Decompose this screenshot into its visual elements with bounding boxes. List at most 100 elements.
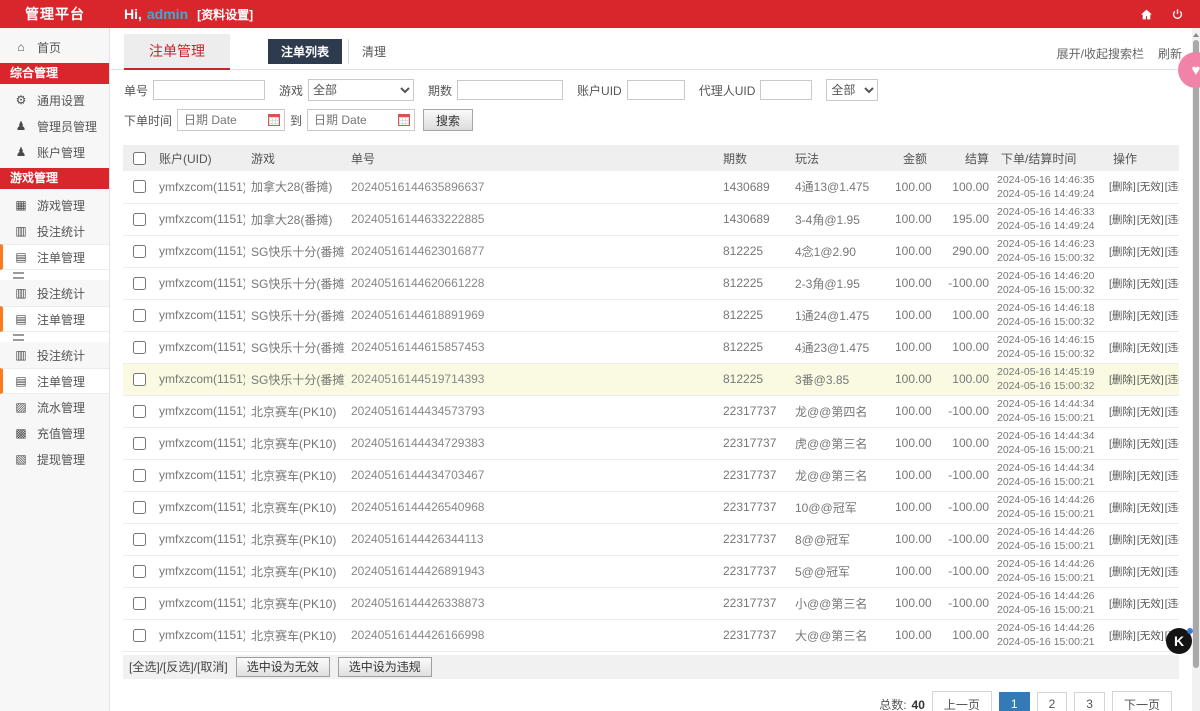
sidebar-item-bet-stats-1[interactable]: ▥ 投注统计 [0, 218, 109, 244]
floating-k-badge[interactable]: K [1166, 628, 1193, 654]
agent-uid-input[interactable] [760, 80, 813, 100]
invalid-link[interactable]: [无效] [1137, 502, 1164, 514]
violation-link[interactable]: [违规] [1165, 310, 1179, 322]
page-button-1[interactable]: 1 [998, 692, 1030, 711]
delete-link[interactable]: [删除] [1109, 181, 1136, 193]
scrollbar[interactable] [1192, 28, 1200, 711]
tab-order-management[interactable]: 注单管理 [124, 34, 230, 70]
invalid-link[interactable]: [无效] [1137, 438, 1164, 450]
calendar-icon[interactable] [398, 114, 411, 126]
invalid-link[interactable]: [无效] [1137, 342, 1164, 354]
scroll-up-arrow[interactable] [1193, 33, 1199, 37]
delete-link[interactable]: [删除] [1109, 534, 1136, 546]
scrollbar-thumb[interactable] [1193, 40, 1199, 668]
row-checkbox[interactable] [133, 276, 146, 290]
violation-link[interactable]: [违规] [1165, 342, 1179, 354]
violation-link[interactable]: [违规] [1165, 214, 1179, 226]
row-checkbox[interactable] [133, 500, 146, 514]
calendar-icon[interactable] [268, 114, 281, 126]
violation-link[interactable]: [违规] [1165, 566, 1179, 578]
sidebar-item-bet-stats-2[interactable]: ▥ 投注统计 [0, 280, 109, 306]
invalid-link[interactable]: [无效] [1137, 278, 1164, 290]
row-checkbox[interactable] [133, 212, 146, 226]
sidebar-item-home[interactable]: ⌂ 首页 [0, 34, 109, 60]
sidebar-item-withdraw-management[interactable]: ▧ 提现管理 [0, 446, 109, 472]
toggle-search-link[interactable]: 展开/收起搜索栏 [1057, 45, 1144, 62]
violation-link[interactable]: [违规] [1165, 438, 1179, 450]
delete-link[interactable]: [删除] [1109, 566, 1136, 578]
sidebar-item-admin-management[interactable]: ♟ 管理员管理 [0, 113, 109, 139]
date-from-input[interactable] [182, 112, 269, 128]
violation-link[interactable]: [违规] [1165, 246, 1179, 258]
delete-link[interactable]: [删除] [1109, 406, 1136, 418]
delete-link[interactable]: [删除] [1109, 470, 1136, 482]
page-button-2[interactable]: 2 [1036, 692, 1068, 711]
violation-link[interactable]: [违规] [1165, 406, 1179, 418]
row-checkbox[interactable] [133, 180, 146, 194]
sidebar-item-order-management-3[interactable]: ▤ 注单管理 [0, 368, 109, 394]
sidebar-item-recharge-management[interactable]: ▩ 充值管理 [0, 420, 109, 446]
sidebar-item-bet-stats-3[interactable]: ▥ 投注统计 [0, 342, 109, 368]
sidebar-item-general-settings[interactable]: ⚙ 通用设置 [0, 87, 109, 113]
delete-link[interactable]: [删除] [1109, 438, 1136, 450]
sidebar-item-account-management[interactable]: ♟ 账户管理 [0, 139, 109, 165]
row-checkbox[interactable] [133, 596, 146, 610]
delete-link[interactable]: [删除] [1109, 374, 1136, 386]
select-all-checkbox[interactable] [133, 151, 146, 165]
delete-link[interactable]: [删除] [1109, 278, 1136, 290]
row-checkbox[interactable] [133, 436, 146, 450]
violation-link[interactable]: [违规] [1165, 534, 1179, 546]
game-select[interactable]: 全部 [308, 79, 415, 101]
search-button[interactable]: 搜索 [423, 109, 474, 131]
period-input[interactable] [457, 80, 564, 100]
violation-link[interactable]: [违规] [1165, 470, 1179, 482]
sidebar-item-order-management-1[interactable]: ▤ 注单管理 [0, 244, 109, 270]
delete-link[interactable]: [删除] [1109, 502, 1136, 514]
page-button-3[interactable]: 3 [1074, 692, 1105, 711]
row-checkbox[interactable] [133, 468, 146, 482]
set-violation-button[interactable]: 选中设为违规 [337, 656, 432, 677]
order-number-input[interactable] [153, 80, 266, 100]
delete-link[interactable]: [删除] [1109, 342, 1136, 354]
row-checkbox[interactable] [133, 244, 146, 258]
row-checkbox[interactable] [133, 532, 146, 546]
tab-cleanup[interactable]: 清理 [348, 39, 399, 64]
violation-link[interactable]: [违规] [1165, 374, 1179, 386]
delete-link[interactable]: [删除] [1109, 598, 1136, 610]
prev-page-button[interactable]: 上一页 [931, 690, 992, 711]
invalid-link[interactable]: [无效] [1137, 406, 1164, 418]
delete-link[interactable]: [删除] [1109, 214, 1136, 226]
invalid-link[interactable]: [无效] [1137, 630, 1164, 642]
row-checkbox[interactable] [133, 372, 146, 386]
sidebar-item-game-management[interactable]: ▦ 游戏管理 [0, 192, 109, 218]
delete-link[interactable]: [删除] [1109, 630, 1136, 642]
invalid-link[interactable]: [无效] [1137, 534, 1164, 546]
profile-settings-link[interactable]: [资料设置] [197, 6, 253, 23]
violation-link[interactable]: [违规] [1165, 502, 1179, 514]
row-checkbox[interactable] [133, 628, 146, 642]
invalid-link[interactable]: [无效] [1137, 181, 1164, 193]
sidebar-item-flow-management[interactable]: ▨ 流水管理 [0, 394, 109, 420]
date-to-input[interactable] [312, 112, 399, 128]
row-checkbox[interactable] [133, 340, 146, 354]
tab-order-list[interactable]: 注单列表 [268, 39, 343, 64]
row-checkbox[interactable] [133, 564, 146, 578]
account-uid-input[interactable] [626, 80, 685, 100]
invalid-link[interactable]: [无效] [1137, 310, 1164, 322]
invalid-link[interactable]: [无效] [1137, 598, 1164, 610]
invalid-link[interactable]: [无效] [1137, 214, 1164, 226]
delete-link[interactable]: [删除] [1109, 310, 1136, 322]
sidebar-item-order-management-2[interactable]: ▤ 注单管理 [0, 306, 109, 332]
row-checkbox[interactable] [133, 308, 146, 322]
set-invalid-button[interactable]: 选中设为无效 [235, 656, 330, 677]
invalid-link[interactable]: [无效] [1137, 470, 1164, 482]
invalid-link[interactable]: [无效] [1137, 246, 1164, 258]
select-all-links[interactable]: [全选]/[反选]/[取消] [129, 658, 228, 675]
home-icon[interactable] [1140, 8, 1153, 21]
power-icon[interactable] [1171, 8, 1184, 21]
violation-link[interactable]: [违规] [1165, 598, 1179, 610]
row-checkbox[interactable] [133, 404, 146, 418]
delete-link[interactable]: [删除] [1109, 246, 1136, 258]
status-select[interactable]: 全部 [826, 79, 879, 101]
violation-link[interactable]: [违规] [1165, 278, 1179, 290]
